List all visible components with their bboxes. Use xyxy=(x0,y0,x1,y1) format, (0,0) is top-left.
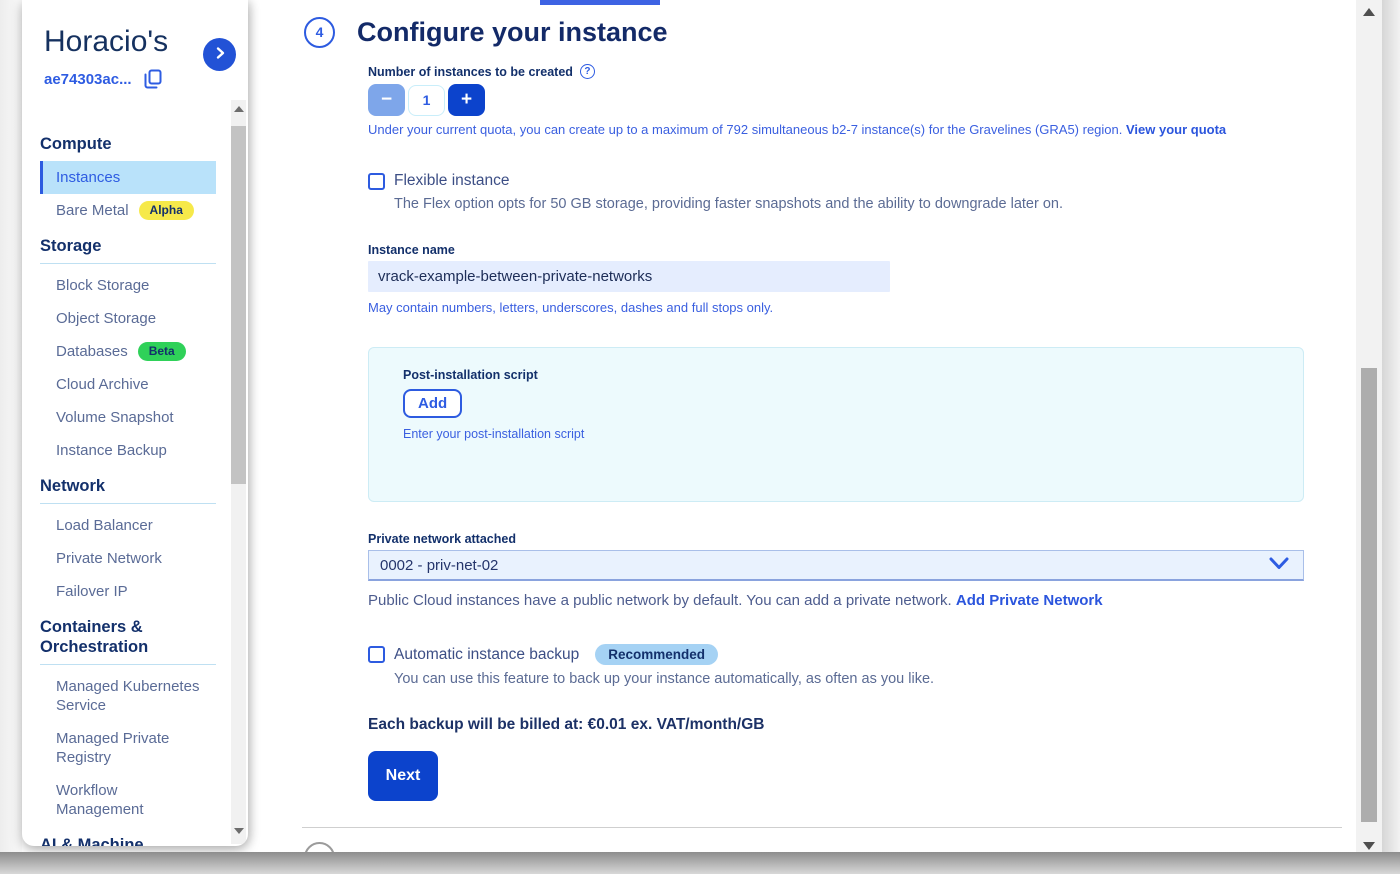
sidebar-item-workflow-management[interactable]: Workflow Management xyxy=(40,774,190,826)
sidebar-scrollbar[interactable] xyxy=(231,100,246,844)
add-private-network-link[interactable]: Add Private Network xyxy=(956,592,1103,609)
instance-name-input[interactable] xyxy=(368,261,890,292)
nav-section-ai-ml: AI & Machine Learning xyxy=(40,826,190,846)
next-button[interactable]: Next xyxy=(368,751,438,801)
project-id-link[interactable]: ae74303ac... xyxy=(44,71,132,88)
quota-text: Under your current quota, you can create… xyxy=(368,122,1226,137)
increase-instances-button[interactable]: + xyxy=(448,84,485,116)
sidebar-item-failover-ip[interactable]: Failover IP xyxy=(40,575,216,608)
sidebar-header: Horacio's ae74303ac... xyxy=(22,0,248,89)
sidebar-nav: Compute Instances Bare Metal Alpha Stora… xyxy=(22,125,248,846)
instance-count-value[interactable]: 1 xyxy=(408,85,445,116)
sidebar-item-label: Private Network xyxy=(56,549,162,568)
sidebar-item-label: Instances xyxy=(56,168,120,187)
nav-section-storage: Storage xyxy=(40,227,216,263)
sidebar-item-label: Cloud Archive xyxy=(56,375,149,394)
decrease-instances-button[interactable]: − xyxy=(368,84,405,116)
sidebar-item-label: Instance Backup xyxy=(56,441,167,460)
private-network-label: Private network attached xyxy=(368,532,516,546)
scroll-up-icon[interactable] xyxy=(1356,2,1382,22)
window-right-edge xyxy=(1382,0,1400,874)
sidebar-item-label: Volume Snapshot xyxy=(56,408,174,427)
sidebar-item-label: Managed Private Registry xyxy=(56,729,210,767)
private-network-helper: Public Cloud instances have a public net… xyxy=(368,592,1103,609)
section-divider xyxy=(40,503,216,504)
post-installation-panel: Post-installation script Add Enter your … xyxy=(368,347,1304,502)
view-quota-link[interactable]: View your quota xyxy=(1126,122,1226,137)
main-content: 4 Configure your instance Number of inst… xyxy=(248,0,1356,852)
sidebar-item-block-storage[interactable]: Block Storage xyxy=(40,269,216,302)
section-divider xyxy=(40,664,216,665)
step-divider xyxy=(302,827,1342,828)
sidebar-item-load-balancer[interactable]: Load Balancer xyxy=(40,509,216,542)
sidebar-item-label: Block Storage xyxy=(56,276,149,295)
post-install-helper: Enter your post-installation script xyxy=(403,427,1303,441)
page-scrollbar-thumb[interactable] xyxy=(1361,368,1377,822)
private-network-select[interactable]: 0002 - priv-net-02 xyxy=(368,550,1304,581)
instance-name-label: Instance name xyxy=(368,243,455,257)
sidebar-scrollbar-thumb[interactable] xyxy=(231,126,246,484)
automatic-backup-description: You can use this feature to back up your… xyxy=(394,671,934,687)
section-divider xyxy=(40,263,216,264)
page-title: Configure your instance xyxy=(357,16,668,48)
sidebar-item-label: Databases xyxy=(56,342,128,361)
post-install-label: Post-installation script xyxy=(403,368,1303,382)
flexible-instance-checkbox[interactable] xyxy=(368,173,385,190)
sidebar-item-databases[interactable]: Databases Beta xyxy=(40,335,216,368)
scroll-down-icon[interactable] xyxy=(231,822,246,840)
instance-count-label: Number of instances to be created xyxy=(368,65,573,79)
automatic-backup-block: Automatic instance backup Recommended Yo… xyxy=(368,644,934,687)
private-network-helper-text: Public Cloud instances have a public net… xyxy=(368,592,952,609)
automatic-backup-checkbox[interactable] xyxy=(368,646,385,663)
sidebar-item-cloud-archive[interactable]: Cloud Archive xyxy=(40,368,216,401)
automatic-backup-label: Automatic instance backup xyxy=(394,646,579,664)
nav-section-compute: Compute xyxy=(40,125,216,161)
nav-section-network: Network xyxy=(40,467,216,503)
sidebar-item-instance-backup[interactable]: Instance Backup xyxy=(40,434,216,467)
sidebar-item-private-network[interactable]: Private Network xyxy=(40,542,216,575)
sidebar-item-bare-metal[interactable]: Bare Metal Alpha xyxy=(40,194,216,227)
help-icon[interactable]: ? xyxy=(580,64,595,79)
chevron-down-icon xyxy=(1269,557,1289,574)
nav-section-containers: Containers & Orchestration xyxy=(40,608,200,664)
copy-icon[interactable] xyxy=(144,69,162,89)
sidebar-item-label: Managed Kubernetes Service xyxy=(56,677,230,715)
scrolled-tab-indicator xyxy=(540,0,660,5)
alpha-badge: Alpha xyxy=(139,201,194,220)
add-script-button[interactable]: Add xyxy=(403,389,462,418)
sidebar-item-object-storage[interactable]: Object Storage xyxy=(40,302,216,335)
scroll-up-icon[interactable] xyxy=(231,100,246,118)
instance-name-helper: May contain numbers, letters, underscore… xyxy=(368,300,773,315)
window-bottom-edge xyxy=(0,852,1400,874)
sidebar-item-instances[interactable]: Instances xyxy=(40,161,216,194)
sidebar-item-label: Load Balancer xyxy=(56,516,153,535)
recommended-badge: Recommended xyxy=(595,644,718,665)
flexible-instance-description: The Flex option opts for 50 GB storage, … xyxy=(394,196,1063,212)
sidebar-item-label: Object Storage xyxy=(56,309,156,328)
step-number-badge: 4 xyxy=(304,17,335,48)
sidebar-item-managed-private-registry[interactable]: Managed Private Registry xyxy=(40,722,210,774)
sidebar-item-label: Workflow Management xyxy=(56,781,190,819)
sidebar-item-managed-kubernetes[interactable]: Managed Kubernetes Service xyxy=(40,670,230,722)
sidebar-item-label: Failover IP xyxy=(56,582,128,601)
chevron-right-icon xyxy=(213,46,227,63)
sidebar-item-label: Bare Metal xyxy=(56,201,129,220)
quota-message: Under your current quota, you can create… xyxy=(368,122,1122,137)
sidebar: Horacio's ae74303ac... Compute Instances… xyxy=(22,0,248,846)
quantity-stepper: − 1 + xyxy=(368,84,485,116)
backup-billing-note: Each backup will be billed at: €0.01 ex.… xyxy=(368,716,765,734)
page: Horacio's ae74303ac... Compute Instances… xyxy=(0,0,1400,874)
sidebar-item-volume-snapshot[interactable]: Volume Snapshot xyxy=(40,401,216,434)
expand-sidebar-button[interactable] xyxy=(203,38,236,71)
flexible-instance-block: Flexible instance The Flex option opts f… xyxy=(368,172,1063,212)
project-title: Horacio's xyxy=(44,24,196,60)
private-network-selected-value: 0002 - priv-net-02 xyxy=(380,557,498,574)
beta-badge: Beta xyxy=(138,342,186,361)
flexible-instance-label: Flexible instance xyxy=(394,172,509,190)
page-scrollbar[interactable] xyxy=(1356,0,1382,862)
window-left-edge xyxy=(0,0,22,852)
